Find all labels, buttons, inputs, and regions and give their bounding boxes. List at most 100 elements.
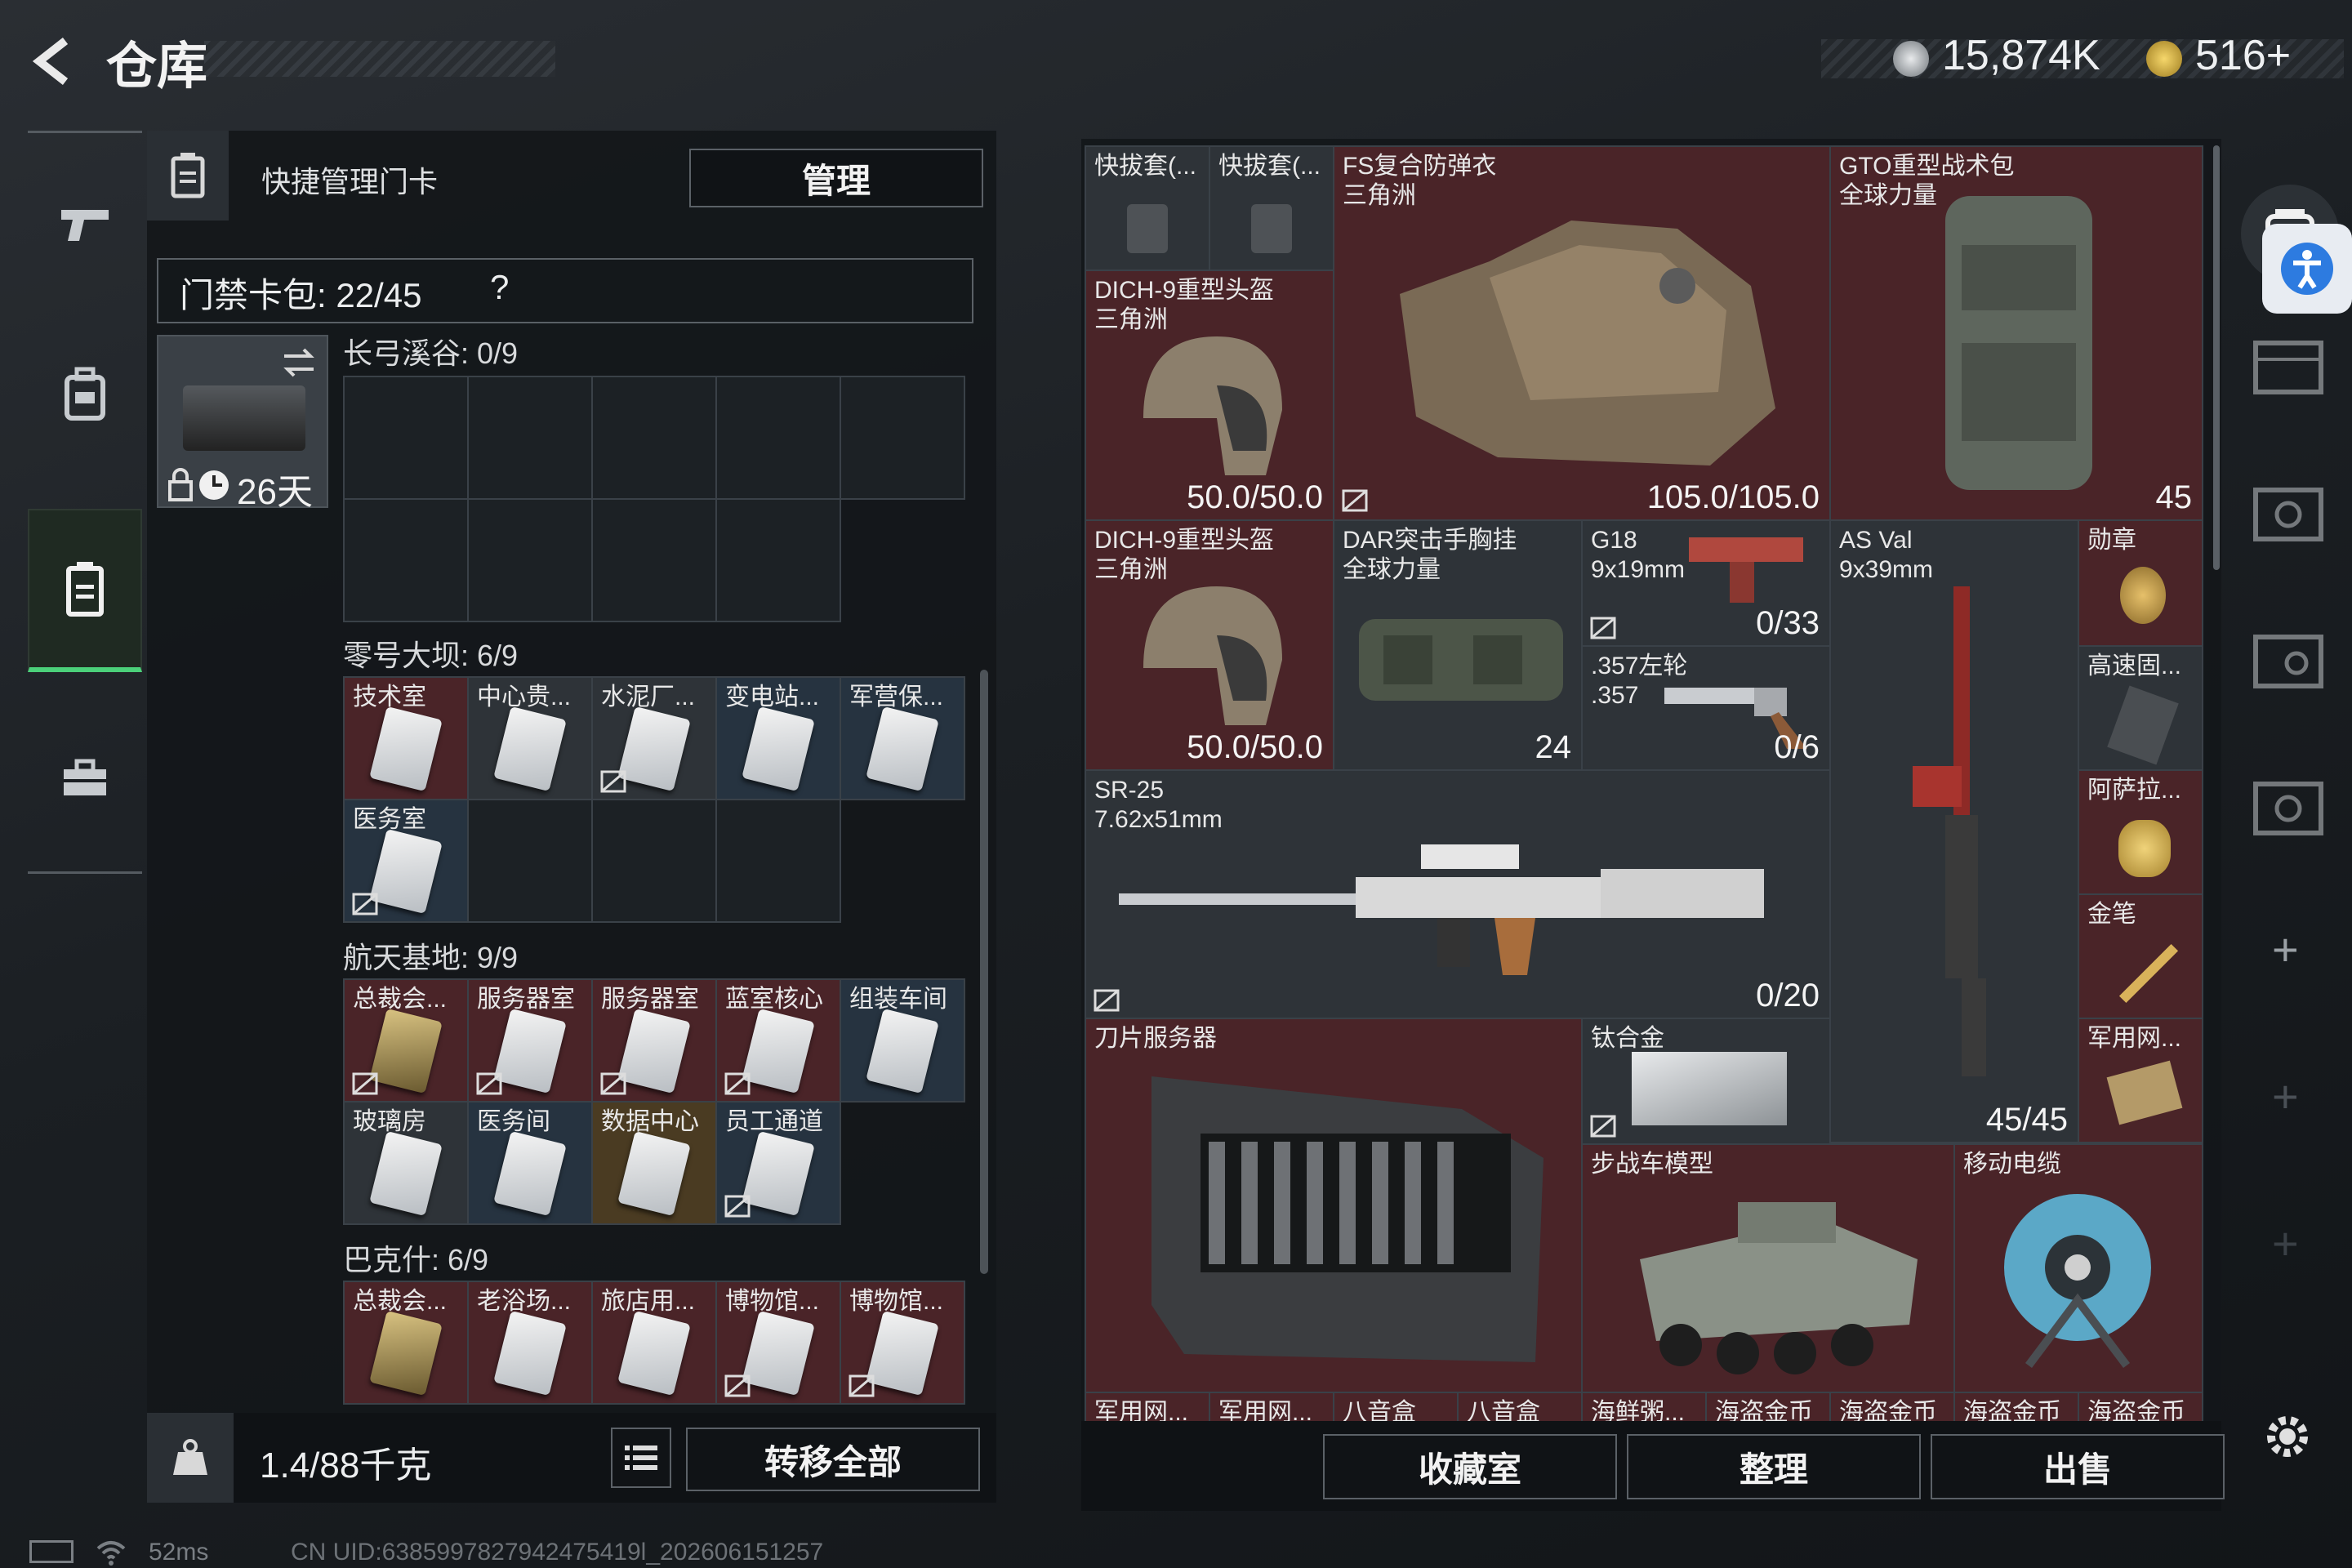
section-title: 长弓溪谷: 0/9 bbox=[343, 336, 519, 370]
chest-rig-item[interactable]: DAR突击手胸挂 全球力量 24 bbox=[1333, 519, 1583, 771]
asval-item[interactable]: AS Val 9x39mm 45/45 bbox=[1829, 519, 2079, 1143]
partial-item[interactable]: 海盗金币 bbox=[1829, 1392, 1955, 1425]
g18-caliber: 9x19mm bbox=[1591, 556, 1686, 583]
helmet-image bbox=[1143, 586, 1282, 725]
armor-name: FS复合防弹衣 bbox=[1343, 153, 1497, 180]
keycard-slot[interactable]: 技术室 bbox=[343, 676, 469, 800]
add-storage-icon[interactable]: + bbox=[2272, 1070, 2299, 1123]
keycard-slot[interactable]: 玻璃房 bbox=[343, 1101, 469, 1225]
storage-tab-4[interactable] bbox=[2247, 768, 2329, 841]
revolver-item[interactable]: .357左轮 .357 0/6 bbox=[1581, 645, 1831, 771]
nav-backpack[interactable] bbox=[28, 313, 142, 476]
keycard-slot[interactable]: 医务室 bbox=[343, 799, 469, 923]
helmet-item[interactable]: DICH-9重型头盔 三角洲 50.0/50.0 bbox=[1085, 270, 1334, 521]
keycard-slot[interactable]: 总裁会... bbox=[343, 1281, 469, 1405]
holster-slot[interactable]: 快拔套(... bbox=[1085, 145, 1210, 271]
valuable-item[interactable]: 金笔 bbox=[2078, 893, 2203, 1019]
valuable-item[interactable]: 阿萨拉... bbox=[2078, 769, 2203, 895]
valuable-item[interactable]: 勋章 bbox=[2078, 519, 2203, 647]
card-bag-count: 门禁卡包: 22/45 bbox=[180, 276, 422, 314]
case-icon bbox=[2253, 488, 2323, 541]
back-icon[interactable] bbox=[24, 33, 82, 90]
add-storage-icon[interactable]: + bbox=[2272, 1217, 2299, 1270]
sr25-ammo: 0/20 bbox=[1756, 978, 1820, 1013]
help-icon[interactable]: ? bbox=[490, 268, 509, 307]
titanium-item[interactable]: 钛合金 bbox=[1581, 1018, 1831, 1145]
keycard-slot[interactable]: 博物馆... bbox=[715, 1281, 841, 1405]
nav-weapons[interactable] bbox=[28, 141, 142, 305]
partial-item[interactable]: 海盗金币 bbox=[1705, 1392, 1831, 1425]
not-tradable-icon bbox=[724, 1072, 751, 1095]
partial-item[interactable]: 八音盒 bbox=[1457, 1392, 1583, 1425]
blade-server-item[interactable]: 刀片服务器 bbox=[1085, 1018, 1583, 1393]
keycard-image bbox=[493, 706, 567, 792]
keycard-slot[interactable]: 服务器室 bbox=[591, 978, 717, 1102]
keycard-panel: 快捷管理门卡 管理 门禁卡包: 22/45 ? 26天 长弓溪谷: 0/9 零号… bbox=[147, 131, 996, 1503]
valuable-item[interactable]: 高速固... bbox=[2078, 645, 2203, 771]
armor-item[interactable]: FS复合防弹衣 三角洲 105.0/105.0 bbox=[1333, 145, 1831, 521]
sr25-item[interactable]: SR-25 7.62x51mm 0/20 bbox=[1085, 769, 1831, 1019]
swap-icon[interactable] bbox=[281, 346, 317, 379]
nav-keycards[interactable] bbox=[28, 509, 142, 672]
weight-icon-box bbox=[147, 1413, 234, 1503]
partial-item[interactable]: 海盗金币 bbox=[1953, 1392, 2079, 1425]
keycard-slot[interactable]: 服务器室 bbox=[467, 978, 593, 1102]
section-grid-empty bbox=[343, 376, 967, 624]
storage-tab-2[interactable] bbox=[2247, 474, 2329, 547]
sort-button[interactable]: 整理 bbox=[1627, 1434, 1921, 1499]
storage-tab-1[interactable] bbox=[2247, 327, 2329, 400]
partial-item[interactable]: 海鲜粥... bbox=[1581, 1392, 1707, 1425]
partial-item[interactable]: 军用网... bbox=[1085, 1392, 1210, 1425]
accessibility-button[interactable] bbox=[2262, 224, 2352, 314]
list-view-button[interactable] bbox=[611, 1428, 671, 1488]
keycard-slot[interactable]: 水泥厂... bbox=[591, 676, 717, 800]
ifv-model-item[interactable]: 步战车模型 bbox=[1581, 1143, 1955, 1393]
keycard-slot[interactable]: 老浴场... bbox=[467, 1281, 593, 1405]
server-image bbox=[1152, 1076, 1544, 1362]
helmet-item[interactable]: DICH-9重型头盔 三角洲 50.0/50.0 bbox=[1085, 519, 1334, 771]
inventory-scrollbar[interactable] bbox=[2213, 145, 2220, 570]
sell-button[interactable]: 出售 bbox=[1931, 1434, 2225, 1499]
partial-item[interactable]: 八音盒 bbox=[1333, 1392, 1459, 1425]
keycard-image bbox=[742, 1130, 815, 1217]
valuable-item[interactable]: 军用网... bbox=[2078, 1018, 2203, 1143]
left-bottom-bar: 1.4/88千克 转移全部 bbox=[147, 1413, 996, 1503]
not-tradable-icon bbox=[849, 1374, 875, 1397]
pistol-image bbox=[1689, 537, 1803, 603]
keycard-slot[interactable]: 中心贵... bbox=[467, 676, 593, 800]
partial-item[interactable]: 军用网... bbox=[1209, 1392, 1334, 1425]
keycard-slot[interactable]: 变电站... bbox=[715, 676, 841, 800]
partial-item[interactable]: 海盗金币 bbox=[2078, 1392, 2203, 1425]
gear-icon[interactable] bbox=[2259, 1408, 2316, 1465]
currency-gold[interactable]: 516+ bbox=[2195, 31, 2291, 80]
backpack-image bbox=[1945, 196, 2092, 490]
keycard-slot[interactable]: 旅店用... bbox=[591, 1281, 717, 1405]
transfer-all-button[interactable]: 转移全部 bbox=[686, 1428, 980, 1491]
holster-slot[interactable]: 快拔套(... bbox=[1209, 145, 1334, 271]
keycard-slot[interactable]: 员工通道 bbox=[715, 1101, 841, 1225]
keycard-slot[interactable]: 蓝室核心 bbox=[715, 978, 841, 1102]
left-scrollbar[interactable] bbox=[980, 670, 988, 1274]
holster-image bbox=[1127, 204, 1168, 253]
nav-toolbox[interactable] bbox=[28, 697, 142, 860]
equipped-card-bag[interactable]: 26天 bbox=[157, 335, 328, 512]
g18-item[interactable]: G18 9x19mm 0/33 bbox=[1581, 519, 1831, 647]
keycard-slot[interactable]: 总裁会... bbox=[343, 978, 469, 1102]
storage-tab-3[interactable] bbox=[2247, 621, 2329, 694]
manage-button[interactable]: 管理 bbox=[689, 149, 983, 207]
keycard-slot[interactable]: 数据中心 bbox=[591, 1101, 717, 1225]
chest-rig-sub: 全球力量 bbox=[1343, 556, 1441, 583]
keycard-slot[interactable]: 博物馆... bbox=[840, 1281, 965, 1405]
not-tradable-icon bbox=[1590, 1115, 1616, 1138]
cable-reel-item[interactable]: 移动电缆 bbox=[1953, 1143, 2203, 1393]
toolbox-icon bbox=[64, 759, 106, 795]
backpack-item[interactable]: GTO重型战术包 全球力量 45 bbox=[1829, 145, 2203, 521]
revolver-caliber: .357 bbox=[1591, 682, 1639, 709]
add-storage-icon[interactable]: + bbox=[2272, 923, 2299, 976]
keycard-slot[interactable]: 组装车间 bbox=[840, 978, 965, 1102]
keycard-slot[interactable]: 医务间 bbox=[467, 1101, 593, 1225]
collection-button[interactable]: 收藏室 bbox=[1323, 1434, 1617, 1499]
keycard-slot[interactable]: 军营保... bbox=[840, 676, 965, 800]
helmet-durability: 50.0/50.0 bbox=[1187, 479, 1323, 515]
keycard-image bbox=[617, 1310, 691, 1396]
